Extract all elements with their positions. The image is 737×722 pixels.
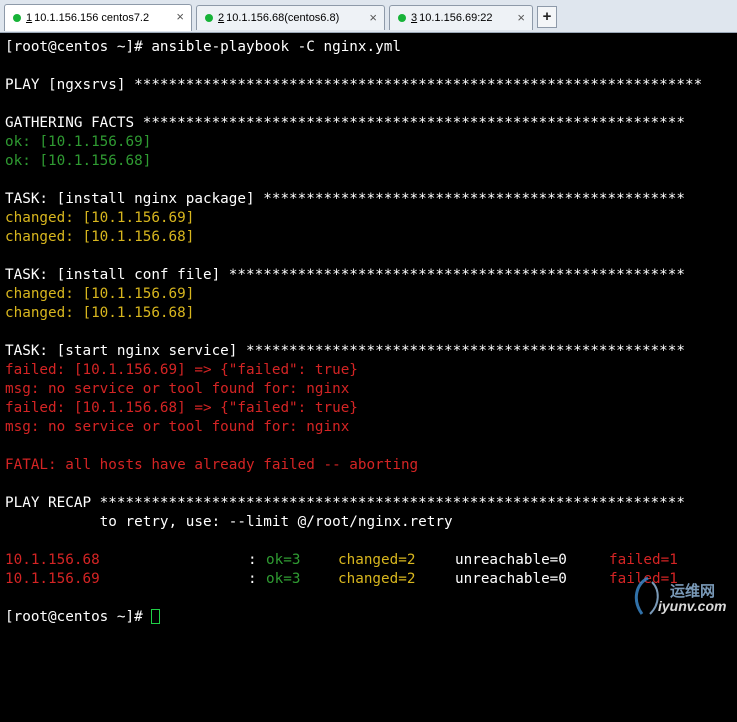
terminal-output[interactable]: [root@centos ~]# ansible-playbook -C ngi…	[5, 38, 733, 627]
close-tab-icon[interactable]: ×	[369, 10, 377, 25]
recap-separator: :	[248, 552, 257, 568]
tab-session-1[interactable]: 1 10.1.156.156 centos7.2 ×	[4, 4, 192, 31]
gathering-facts-header: GATHERING FACTS ************************…	[5, 115, 685, 131]
retry-hint: to retry, use: --limit @/root/nginx.retr…	[5, 514, 453, 530]
task-result: changed: [10.1.156.69]	[5, 210, 195, 226]
tab-title: 10.1.156.69:22	[419, 12, 493, 24]
recap-ok: ok=3	[266, 571, 301, 587]
shell-prompt: [root@centos ~]#	[5, 608, 733, 627]
recap-host: 10.1.156.68	[5, 552, 100, 568]
new-tab-button[interactable]: +	[537, 6, 557, 28]
connected-status-icon	[13, 14, 21, 22]
play-recap-header: PLAY RECAP *****************************…	[5, 495, 685, 511]
tab-title: 10.1.156.68(centos6.8)	[226, 12, 340, 24]
connected-status-icon	[398, 14, 406, 22]
task-failure: failed: [10.1.156.68] => {"failed": true…	[5, 400, 358, 416]
recap-unreachable: unreachable=0	[455, 552, 567, 568]
task-header: TASK: [install conf file] **************…	[5, 267, 685, 283]
recap-separator: :	[248, 571, 257, 587]
task-result: changed: [10.1.156.68]	[5, 229, 195, 245]
play-header: PLAY [ngxsrvs] *************************…	[5, 77, 703, 93]
tab-title: 10.1.156.156 centos7.2	[34, 12, 150, 24]
connected-status-icon	[205, 14, 213, 22]
task-header: TASK: [start nginx service] ************…	[5, 343, 685, 359]
gather-result: ok: [10.1.156.69]	[5, 134, 152, 150]
tab-session-3[interactable]: 3 10.1.156.69:22 ×	[389, 5, 533, 30]
recap-changed: changed=2	[338, 571, 416, 587]
tab-number: 2	[218, 12, 225, 24]
site-watermark: 运维网 iyunv.com	[628, 574, 732, 620]
recap-row: 10.1.156.69 : ok=3 changed=2 unreachable…	[5, 570, 733, 589]
gather-result: ok: [10.1.156.68]	[5, 153, 152, 169]
recap-row: 10.1.156.68 : ok=3 changed=2 unreachable…	[5, 551, 733, 570]
fatal-message: FATAL: all hosts have already failed -- …	[5, 457, 419, 473]
close-tab-icon[interactable]: ×	[176, 9, 184, 24]
task-header: TASK: [install nginx package] **********…	[5, 191, 685, 207]
text-cursor	[151, 609, 161, 624]
tab-session-2[interactable]: 2 10.1.156.68(centos6.8) ×	[196, 5, 385, 30]
error-message: msg: no service or tool found for: nginx	[5, 381, 350, 397]
watermark-domain-text: iyunv.com	[658, 598, 727, 614]
recap-host: 10.1.156.69	[5, 571, 100, 587]
recap-changed: changed=2	[338, 552, 416, 568]
tab-number: 1	[26, 12, 33, 24]
recap-ok: ok=3	[266, 552, 301, 568]
error-message: msg: no service or tool found for: nginx	[5, 419, 350, 435]
task-result: changed: [10.1.156.69]	[5, 286, 195, 302]
tab-bar: 1 10.1.156.156 centos7.2 × 2 10.1.156.68…	[0, 0, 737, 33]
task-result: changed: [10.1.156.68]	[5, 305, 195, 321]
command-line: [root@centos ~]# ansible-playbook -C ngi…	[5, 39, 401, 55]
tab-number: 3	[411, 12, 418, 24]
close-tab-icon[interactable]: ×	[517, 10, 525, 25]
recap-failed: failed=1	[609, 552, 678, 568]
task-failure: failed: [10.1.156.69] => {"failed": true…	[5, 362, 358, 378]
recap-unreachable: unreachable=0	[455, 571, 567, 587]
